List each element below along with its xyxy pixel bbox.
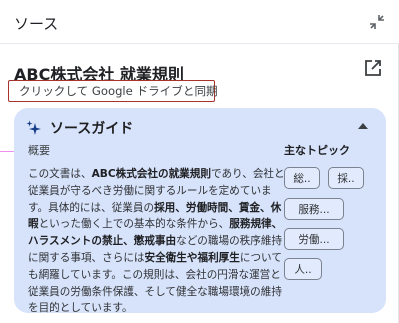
summary-run: といった働く上での基本的な条件から、 [38, 218, 230, 231]
panel-title: ソース [14, 15, 59, 33]
source-guide-header[interactable]: ソースガイド [26, 116, 133, 140]
panel-header: ソース [0, 0, 399, 44]
sync-google-drive-button[interactable]: クリックして Google ドライブと同期 [8, 80, 218, 102]
summary-emphasis: 安全衛生や福利厚生 [144, 251, 240, 264]
topic-chip[interactable]: 人.. [284, 258, 322, 280]
summary-emphasis: ABC株式会社の就業規則 [91, 168, 211, 180]
topics-label: 主なトピック [284, 144, 350, 157]
sparkle-icon [26, 120, 41, 135]
summary-run: この文書は、 [28, 168, 92, 180]
open-external-icon[interactable] [364, 59, 382, 77]
source-panel: ソース ABC株式会社 就業規則 クリックして Google ドライブと同期 ソ… [0, 0, 399, 323]
topic-chip[interactable]: 服務... [284, 198, 344, 220]
chevron-up-icon[interactable] [358, 123, 368, 129]
topic-chip[interactable]: 労働... [284, 228, 344, 250]
summary-text: この文書は、ABC株式会社の就業規則であり、会社と従業員が守るべき労働に関するル… [28, 166, 286, 317]
source-guide-card: ソースガイド 概要 この文書は、ABC株式会社の就業規則であり、会社と従業員が守… [14, 108, 386, 314]
sync-label: クリックして Google ドライブと同期 [19, 84, 218, 98]
topic-chip[interactable]: 採.. [328, 167, 364, 189]
collapse-icon[interactable] [369, 14, 385, 30]
source-guide-title: ソースガイド [50, 121, 134, 137]
summary-label: 概要 [28, 144, 50, 157]
topic-chip[interactable]: 総.. [284, 167, 320, 189]
